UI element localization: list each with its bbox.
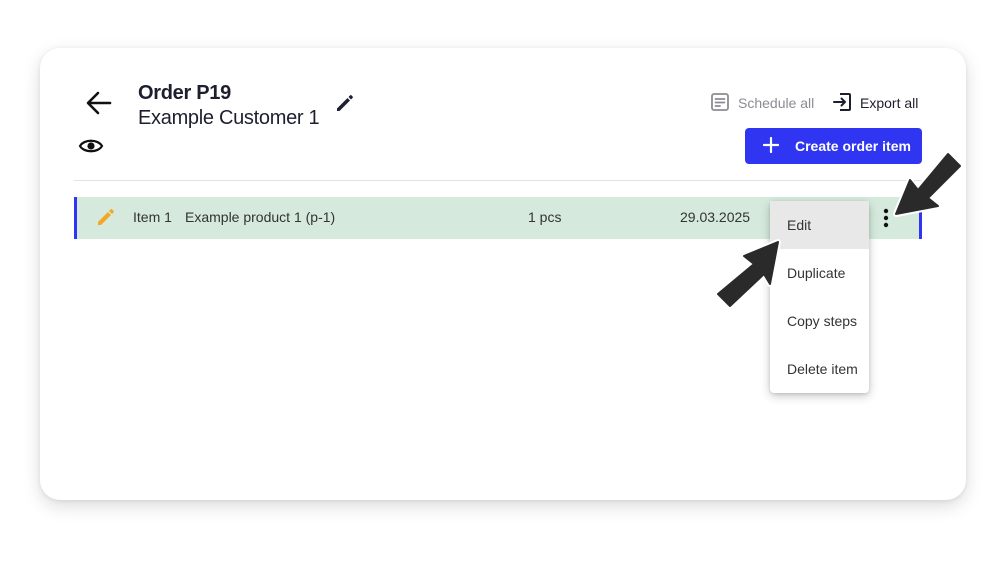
- order-card: Order P19 Example Customer 1 Schedule al…: [40, 48, 966, 500]
- item-date: 29.03.2025: [680, 209, 751, 225]
- menu-item-duplicate[interactable]: Duplicate: [770, 249, 869, 297]
- edit-pencil-icon[interactable]: [333, 91, 357, 115]
- export-icon: [832, 92, 852, 115]
- create-order-item-button[interactable]: Create order item: [745, 128, 922, 164]
- menu-item-copy-steps[interactable]: Copy steps: [770, 297, 869, 345]
- context-menu: Edit Duplicate Copy steps Delete item: [770, 201, 869, 393]
- menu-item-edit[interactable]: Edit: [770, 201, 869, 249]
- back-arrow-icon[interactable]: [84, 88, 114, 118]
- more-vertical-icon[interactable]: [882, 208, 890, 228]
- customer-name: Example Customer 1: [138, 107, 320, 129]
- export-all-label: Export all: [860, 95, 919, 111]
- eye-icon[interactable]: [78, 136, 104, 156]
- export-all-button[interactable]: Export all: [832, 92, 918, 114]
- page-title: Order P19: [138, 82, 231, 104]
- schedule-all-label: Schedule all: [738, 95, 815, 111]
- schedule-icon: [710, 92, 730, 115]
- plus-icon: [762, 136, 780, 156]
- create-order-item-label: Create order item: [795, 138, 911, 154]
- item-product: Example product 1 (p-1): [185, 209, 336, 225]
- divider: [74, 180, 922, 181]
- menu-item-delete[interactable]: Delete item: [770, 345, 869, 393]
- edit-item-pencil-icon[interactable]: [95, 206, 117, 228]
- item-quantity: 1 pcs: [528, 209, 562, 225]
- schedule-all-button[interactable]: Schedule all: [710, 92, 814, 114]
- item-label: Item 1: [133, 209, 172, 225]
